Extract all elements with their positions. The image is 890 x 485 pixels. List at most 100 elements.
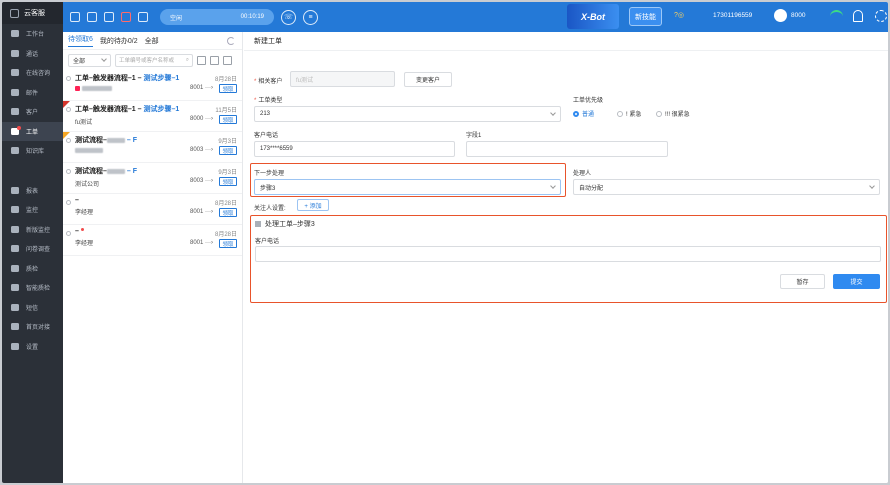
tab-to-claim[interactable]: 待领取6: [68, 34, 93, 47]
phone-number-dropdown[interactable]: 17301196559: [713, 12, 752, 19]
sidebar-item-email[interactable]: 邮件: [2, 83, 63, 103]
priority-normal-radio[interactable]: 普通: [573, 109, 594, 118]
handler-select[interactable]: 自动分配: [573, 179, 880, 195]
message-circle-icon[interactable]: ≡: [303, 9, 318, 25]
card-radio[interactable]: [66, 200, 71, 205]
dashboard-icon: [11, 225, 19, 233]
calendar-icon[interactable]: [210, 55, 219, 65]
sidebar-item-quality-check[interactable]: 质检: [2, 259, 63, 279]
sidebar-item-smart-quality[interactable]: 智能质检: [2, 278, 63, 298]
mute-icon[interactable]: [121, 12, 131, 22]
priority-label: 工单优先级: [573, 98, 604, 104]
ticket-card[interactable]: 测试流程– – F 9月3日 8003 ···› 领取: [63, 132, 242, 163]
wifi-icon: [830, 10, 843, 21]
sidebar-item-tickets[interactable]: 工单: [2, 121, 63, 141]
sidebar-item-survey[interactable]: 问卷调查: [2, 239, 63, 259]
claim-button[interactable]: 领取: [219, 177, 237, 186]
bell-icon[interactable]: [853, 10, 863, 22]
claim-button[interactable]: 领取: [219, 84, 237, 93]
agent-icon[interactable]: [138, 12, 148, 22]
refresh-icon[interactable]: [227, 37, 235, 45]
claim-button[interactable]: 领取: [219, 239, 237, 248]
ticket-card[interactable]: 测试流程– – F 9月3日 测试公司 8003 ···› 领取: [63, 163, 242, 194]
new-version-button[interactable]: 新技能: [629, 7, 662, 26]
save-draft-button[interactable]: 暂存: [780, 274, 825, 289]
claim-button[interactable]: 领取: [219, 146, 237, 155]
ticket-card[interactable]: 工单–触发器流程–1 – 测试步骤–1 8月28日 8001 ···› 领取: [63, 70, 242, 101]
sidebar-item-knowledge-base[interactable]: 知识库: [2, 141, 63, 161]
collapse-icon[interactable]: [70, 12, 80, 22]
card-step: 测试步骤–1: [143, 75, 180, 82]
card-radio[interactable]: [66, 107, 71, 112]
select-value: 自动分配: [579, 185, 604, 192]
card-title-text: 工单–触发器流程–1 –: [75, 75, 142, 82]
filter-select[interactable]: 全部: [68, 53, 111, 67]
grid-icon[interactable]: [223, 55, 232, 65]
search-input[interactable]: 工单编号或客户名称或 ⌕: [115, 53, 193, 67]
radio-label: ! 紧急: [626, 112, 642, 118]
sidebar-item-new-monitor[interactable]: 新版监控: [2, 220, 63, 240]
sidebar-item-label: 知识库: [26, 149, 45, 156]
monitor-icon: [11, 206, 19, 214]
customer-phone-field[interactable]: 173****6559: [254, 141, 455, 157]
robot-icon: [11, 284, 19, 292]
priority-very-urgent-radio[interactable]: !!! 很紧急: [656, 109, 690, 118]
chat-icon: [11, 69, 19, 77]
sidebar-item-reports[interactable]: 报表: [2, 181, 63, 201]
followers-label: 关注人设置:: [254, 206, 286, 212]
section-title-text: 处理工单–步骤3: [265, 221, 315, 228]
sidebar-item-sms[interactable]: 短信: [2, 298, 63, 318]
filter-select-value: 全部: [73, 58, 86, 65]
section-phone-input[interactable]: [255, 246, 881, 262]
tab-my-todo[interactable]: 我的待办0/2: [100, 36, 138, 46]
add-follower-button[interactable]: + 添加: [297, 199, 329, 211]
ticket-card[interactable]: – 8月28日 李经理 8001 ···› 领取: [63, 194, 242, 225]
card-title: 工单–触发器流程–1 – 测试步骤–1: [75, 73, 237, 83]
priority-urgent-radio[interactable]: ! 紧急: [617, 109, 641, 118]
sidebar-item-label: 监控: [26, 208, 39, 215]
ticket-type-select[interactable]: 213: [254, 106, 561, 122]
ticket-card[interactable]: – 8月28日 李经理 8001 ···› 领取: [63, 225, 242, 256]
search-placeholder: 工单编号或客户名称或: [119, 58, 175, 64]
sidebar-item-workbench[interactable]: 工作台: [2, 24, 63, 44]
sidebar-item-customers[interactable]: 客户: [2, 102, 63, 122]
sidebar-item-calls[interactable]: 通话: [2, 44, 63, 64]
extension-account[interactable]: 8000: [774, 9, 805, 22]
claim-button[interactable]: 领取: [219, 208, 237, 217]
shield-icon: [11, 264, 19, 272]
brand-name: 云客服: [24, 10, 45, 17]
notification-dot: [17, 125, 21, 130]
select-value: 213: [260, 111, 271, 117]
sidebar-item-monitor[interactable]: 监控: [2, 200, 63, 220]
change-customer-button[interactable]: 变更客户: [404, 72, 452, 87]
card-radio[interactable]: [66, 138, 71, 143]
help-icon[interactable]: ?◎: [674, 11, 684, 19]
card-radio[interactable]: [66, 76, 71, 81]
card-radio[interactable]: [66, 231, 71, 236]
claim-button[interactable]: 领取: [219, 115, 237, 124]
card-number: 8001 ···›: [189, 209, 213, 215]
next-step-select[interactable]: 步骤3: [254, 179, 561, 195]
sidebar: 云客服 工作台 通话 在线咨询 邮件 客户 工单 知识库 报表 监控 新版监控 …: [2, 2, 63, 483]
section-collapse-icon[interactable]: [255, 221, 261, 227]
card-date: 11月5日: [215, 108, 237, 114]
agent-status-dropdown[interactable]: 空闲 00:10:19: [160, 9, 274, 25]
sidebar-item-homepage-integration[interactable]: 首页对接: [2, 317, 63, 337]
settings-icon[interactable]: [875, 10, 887, 22]
gear-icon: [11, 342, 19, 350]
xbot-banner[interactable]: X-Bot: [567, 4, 619, 29]
tab-all[interactable]: 全部: [145, 36, 159, 46]
filter-icon[interactable]: [197, 55, 206, 65]
ticket-list-panel: 待领取6 我的待办0/2 全部 全部 工单编号或客户名称或 ⌕ 工单–触发器流程–…: [63, 32, 243, 483]
submit-button[interactable]: 提交: [833, 274, 880, 289]
label-text: 工单类型: [258, 98, 283, 104]
chat-bubble-icon[interactable]: [104, 12, 114, 22]
sidebar-item-settings[interactable]: 设置: [2, 337, 63, 357]
speaker-icon[interactable]: [87, 12, 97, 22]
field1-input[interactable]: [466, 141, 668, 157]
survey-icon: [11, 245, 19, 253]
dial-phone-icon[interactable]: ☏: [281, 9, 296, 25]
sidebar-item-online-chat[interactable]: 在线咨询: [2, 63, 63, 83]
ticket-card[interactable]: 工单–触发器流程–1 – 测试步骤–1 11月5日 fu测试 8000 ···›…: [63, 101, 242, 132]
card-radio[interactable]: [66, 169, 71, 174]
